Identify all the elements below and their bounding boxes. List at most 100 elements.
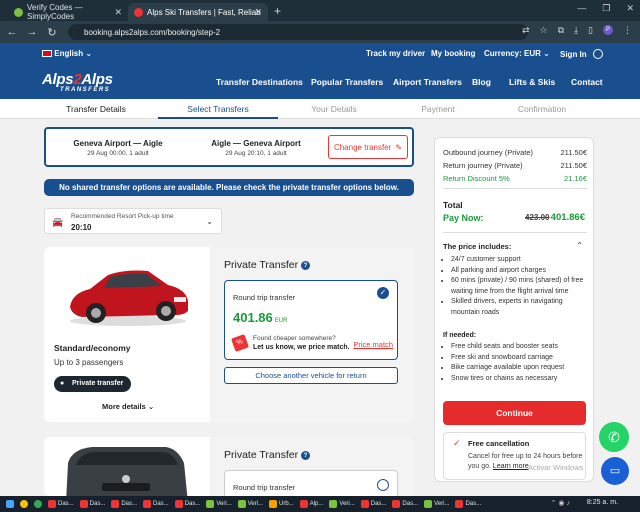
price-match: % Found cheaper somewhere? Let us know, … — [231, 334, 393, 356]
nav-airport-transfers[interactable]: Airport Transfers — [393, 77, 462, 87]
reload-icon[interactable]: ↻ — [44, 26, 60, 39]
grey-van-image — [66, 447, 188, 496]
step-select-transfers: Select Transfers — [187, 104, 249, 114]
language-selector[interactable]: English ⌄ — [42, 49, 92, 58]
learn-more-link[interactable]: Learn more — [493, 463, 529, 470]
minimize-icon[interactable]: — — [577, 3, 586, 14]
includes-title: The price includes: — [443, 242, 512, 251]
nav-popular-transfers[interactable]: Popular Transfers — [311, 77, 383, 87]
pencil-icon: ✎ — [395, 142, 403, 152]
nav-blog[interactable]: Blog — [472, 77, 491, 87]
new-tab-icon[interactable]: + — [274, 4, 281, 18]
pickup-time-select[interactable]: 🚘 Recommended Resort Pick-up time 20:10 … — [44, 208, 222, 234]
if-needed-title: If needed: — [443, 332, 477, 339]
taskbar-item[interactable]: Das... — [109, 497, 139, 511]
my-booking-link[interactable]: My booking — [431, 49, 475, 58]
vehicle-passengers: Up to 3 passengers — [54, 358, 124, 367]
close-tab-icon[interactable]: ✕ — [114, 7, 122, 18]
step-transfer-details[interactable]: Transfer Details — [36, 104, 156, 114]
old-price: 423.00 — [525, 213, 550, 222]
taskbar-item[interactable]: Veri... — [422, 497, 451, 511]
maximize-icon[interactable]: ❐ — [602, 3, 610, 14]
extensions-icon[interactable]: ⧉ — [558, 25, 564, 36]
vehicle-class: Standard/economy — [54, 343, 131, 353]
windows-taskbar: Das... Das... Das... Das... Das... Veri.… — [0, 496, 640, 512]
taskbar-item[interactable]: Veri... — [204, 497, 233, 511]
chrome-icon[interactable] — [18, 497, 30, 511]
close-tab-icon[interactable]: ✕ — [254, 7, 262, 18]
whatsapp-icon[interactable]: ✆ — [599, 422, 629, 452]
forward-icon[interactable]: → — [24, 26, 40, 38]
taskbar-item[interactable]: Das... — [359, 497, 389, 511]
includes-list: 24/7 customer support All parking and ai… — [451, 255, 587, 318]
list-item: Skilled drivers, experts in navigating m… — [451, 297, 587, 318]
tab-verify-codes[interactable]: Verify Codes — SimplyCodes ✕ — [8, 3, 128, 21]
chevron-down-icon: ⌄ — [206, 217, 213, 226]
system-tray-icons[interactable]: ⌃ ◉ ♪ — [551, 499, 570, 507]
download-icon[interactable]: ⤓ — [574, 25, 578, 36]
close-window-icon[interactable]: ✕ — [626, 3, 634, 14]
simplycodes-favicon-icon — [14, 7, 23, 17]
divider — [443, 188, 587, 189]
radio-button[interactable] — [377, 479, 389, 491]
list-item: 60 mins (private) / 90 mins (shared) of … — [451, 276, 587, 297]
taskbar-item[interactable]: Das... — [453, 497, 483, 511]
currency-selector[interactable]: Currency: EUR ⌄ — [484, 49, 550, 58]
list-item: 24/7 customer support — [451, 255, 587, 266]
browser-toolbar-icons: ⇄ ☆ ⧉ ⤓ ▯ P ⋮ — [522, 25, 632, 36]
tab-title: Alps Ski Transfers | Fast, Reliab — [147, 7, 261, 17]
sidebar-icon[interactable]: ▯ — [588, 25, 593, 36]
help-icon[interactable]: ? — [301, 451, 311, 460]
profile-icon[interactable]: P — [603, 25, 613, 35]
choose-another-vehicle-button[interactable]: Choose another vehicle for return — [224, 367, 398, 384]
route-summary-card: Geneva Airport — Aigle 29 Aug 00:00, 1 ad… — [44, 127, 414, 167]
taskbar-item[interactable]: Das... — [78, 497, 108, 511]
round-trip-option[interactable]: Round trip transfer — [224, 470, 398, 496]
taskbar-item[interactable]: Das... — [141, 497, 171, 511]
menu-icon[interactable]: ⋮ — [623, 25, 632, 36]
continue-button[interactable]: Continue — [443, 401, 586, 425]
taskbar-item[interactable]: Alp... — [298, 497, 326, 511]
nav-transfer-destinations[interactable]: Transfer Destinations — [216, 77, 303, 87]
chrome-icon[interactable] — [32, 497, 44, 511]
start-icon[interactable] — [4, 497, 16, 511]
list-item: Free child seats and booster seats — [451, 342, 587, 353]
taskbar-item[interactable]: Das... — [390, 497, 420, 511]
option-title: Private Transfer ? — [224, 259, 311, 271]
tab-alps-transfers[interactable]: Alps Ski Transfers | Fast, Reliab ✕ — [128, 3, 268, 21]
url-text: booking.alps2alps.com/booking/step-2 — [84, 27, 221, 37]
taskbar-item[interactable]: Das... — [46, 497, 76, 511]
price-tag-icon: % — [231, 334, 249, 352]
new-price: 401.86€ — [550, 212, 585, 223]
taskbar-clock: 8:25 a. m. — [586, 499, 618, 506]
outbound-route: Geneva Airport — Aigle 29 Aug 00:00, 1 ad… — [73, 139, 163, 157]
bookmark-star-icon[interactable]: ☆ — [540, 25, 548, 36]
free-cancellation-box: ✓ Free cancellation Cancel for free up t… — [443, 432, 586, 480]
nav-lifts-skis[interactable]: Lifts & Skis — [509, 77, 555, 87]
site-navigation: Alps2Alps TRANSFERS Transfer Destination… — [0, 64, 640, 99]
sign-in-link[interactable]: Sign In — [560, 49, 603, 59]
vehicle-card-standard: Standard/economy Up to 3 passengers ● Pri… — [44, 247, 414, 422]
taskbar-item[interactable]: Veri... — [327, 497, 356, 511]
translate-icon[interactable]: ⇄ — [522, 25, 530, 36]
change-transfer-button[interactable]: Change transfer ✎ — [328, 135, 408, 159]
url-input[interactable]: booking.alps2alps.com/booking/step-2 — [68, 24, 528, 40]
vehicle-options-panel: Private Transfer ? Round trip transfer — [210, 437, 414, 496]
more-details-toggle[interactable]: More details ⌄ — [102, 402, 154, 411]
back-icon[interactable]: ← — [4, 26, 20, 38]
taskbar-item[interactable]: Urb... — [267, 497, 296, 511]
private-transfer-badge: ● Private transfer — [54, 376, 132, 392]
chevron-up-icon[interactable]: ⌃ — [576, 241, 583, 250]
track-driver-link[interactable]: Track my driver — [366, 49, 425, 58]
price-match-link[interactable]: Price match — [353, 340, 393, 349]
taskbar-item[interactable]: Veri... — [236, 497, 265, 511]
round-trip-option-selected[interactable]: ✓ Round trip transfer 401.86 EUR % Found … — [224, 280, 398, 360]
alps2alps-logo[interactable]: Alps2Alps TRANSFERS — [42, 71, 113, 93]
option-price: 401.86 EUR — [233, 310, 288, 325]
nav-contact[interactable]: Contact — [571, 77, 603, 87]
check-icon: ✓ — [453, 438, 461, 448]
outbound-price-row: Outbound journey (Private) 211.50€ — [443, 148, 587, 157]
help-icon[interactable]: ? — [301, 261, 311, 270]
taskbar-item[interactable]: Das... — [173, 497, 203, 511]
chat-icon[interactable]: ▭ — [601, 457, 629, 485]
